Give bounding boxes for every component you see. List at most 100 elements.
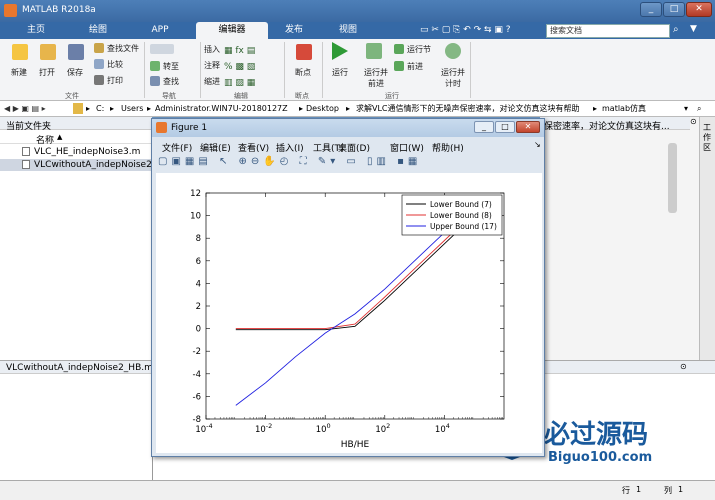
menu-desktop[interactable]: 桌面(D) xyxy=(338,141,370,154)
group-breakpoints-label: 断点 xyxy=(295,92,309,100)
figure-minimize-button[interactable]: _ xyxy=(474,121,494,133)
breakpoints-button[interactable]: 断点 xyxy=(295,67,311,78)
plot-area[interactable]: -8 -6 -4 -2 0 2 4 6 8 10 12 10-4 10-2 100 102 104 HB/HE… xyxy=(156,173,542,453)
maximize-button[interactable]: □ xyxy=(663,2,685,17)
legend-entry: Lower Bound (8) xyxy=(430,211,492,220)
divider xyxy=(322,42,323,98)
divider xyxy=(470,42,471,98)
tab-publish[interactable]: 发布 xyxy=(268,22,320,39)
run-and-time-button[interactable]: 运行并计时 xyxy=(440,67,466,89)
open-button[interactable]: 打开 xyxy=(39,67,55,78)
browse-icon[interactable]: ⌕ xyxy=(697,101,701,116)
figure-window[interactable]: Figure 1 _ □ ✕ 文件(F) 编辑(E) 查看(V) 插入(I) 工… xyxy=(151,118,545,457)
dock-arrow-icon[interactable]: ↘ xyxy=(534,140,541,149)
path-segment[interactable]: C: xyxy=(96,101,104,116)
menu-file[interactable]: 文件(F) xyxy=(162,141,192,154)
divider xyxy=(144,42,145,98)
compare-button[interactable]: 比较 xyxy=(107,59,123,70)
menu-window[interactable]: 窗口(W) xyxy=(390,141,424,154)
menu-help[interactable]: 帮助(H) xyxy=(432,141,464,154)
sort-ascending-icon[interactable]: ▲ xyxy=(57,133,62,141)
figure-close-button[interactable]: ✕ xyxy=(516,121,540,133)
y-tick-label: 10 xyxy=(190,212,201,222)
nav-arrows-icon[interactable]: ◀ ▶ ▣ ▤ ▸ xyxy=(4,101,46,116)
line-chart[interactable]: -8-6-4-202468101210-4 10-2 100 102 104 HB/HE… xyxy=(156,173,542,453)
column-header-name[interactable]: 名称 xyxy=(36,133,54,146)
file-name: VLC_HE_indepNoise3.m xyxy=(34,147,141,157)
insert-button[interactable]: 插入 xyxy=(204,44,220,55)
figure-maximize-button[interactable]: □ xyxy=(495,121,515,133)
panel-menu-icon[interactable]: ⊙ xyxy=(680,362,687,371)
panel-menu-icon[interactable]: ⊙ xyxy=(690,117,699,130)
tab-home[interactable]: 主页 xyxy=(10,22,62,39)
path-segment[interactable]: 求解VLC通信情形下的无噪声保密速率，对论文仿真这块有帮助 xyxy=(356,101,580,116)
col-value: 1 xyxy=(678,485,684,494)
tab-plots[interactable]: 绘图 xyxy=(72,22,124,39)
back-forward-icon[interactable] xyxy=(150,44,174,54)
advance-button[interactable]: 前进 xyxy=(407,61,423,72)
new-button[interactable]: 新建 xyxy=(11,67,27,78)
edit-tool-icons[interactable]: ▦ fx ▤% ▩ ▧ ▥ ▨ ▦ xyxy=(224,43,270,89)
list-item-selected[interactable]: VLCwithoutA_indepNoise2_HB.m xyxy=(0,159,181,171)
print-icon xyxy=(94,75,104,85)
minimize-button[interactable]: _ xyxy=(640,2,662,17)
y-tick-label: 4 xyxy=(196,279,201,289)
close-button[interactable]: ✕ xyxy=(686,2,712,17)
quick-access-icons[interactable]: ▭ ✂ ▢ ⎘ ↶ ↷ ⇆ ▣ ? xyxy=(420,25,540,37)
address-bar[interactable]: ◀ ▶ ▣ ▤ ▸ ▸ C: ▸ Users ▸ Administrator.W… xyxy=(0,101,715,117)
figure-toolbar-icons[interactable]: ▢▣▦▤ ↖ ⊕⊖✋◴ ⛶ ✎▾ ▭ ▯▥ ▪▦ xyxy=(158,156,421,167)
group-run-label: 运行 xyxy=(385,92,399,100)
path-segment[interactable]: Desktop xyxy=(306,101,339,116)
filter-icon[interactable]: ▼ xyxy=(690,24,702,38)
y-tick-label: -2 xyxy=(193,347,201,357)
path-segment[interactable]: Administrator.WIN7U-20180127Z xyxy=(155,101,288,116)
tab-view[interactable]: 视图 xyxy=(322,22,374,39)
title-bar: MATLAB R2018a _ □ ✕ xyxy=(0,0,715,22)
y-tick-label: 0 xyxy=(196,325,201,335)
figure-menu-bar: 文件(F) 编辑(E) 查看(V) 插入(I) 工具(T) 桌面(D) 窗口(W… xyxy=(156,139,542,154)
run-section-button[interactable]: 运行节 xyxy=(407,44,431,55)
search-icon[interactable]: ⌕ xyxy=(673,24,687,38)
menu-edit[interactable]: 编辑(E) xyxy=(200,141,231,154)
find-button[interactable]: 查找 xyxy=(163,76,179,87)
menu-insert[interactable]: 插入(I) xyxy=(276,141,304,154)
figure-title: Figure 1 xyxy=(171,123,208,133)
x-tick-label: 104 xyxy=(435,422,450,435)
group-file-label: 文件 xyxy=(65,92,79,100)
chevron-down-icon[interactable]: ▾ xyxy=(684,101,688,116)
path-segment[interactable]: matlab仿真 xyxy=(602,101,646,116)
search-documentation-input[interactable]: 搜索文档 xyxy=(546,24,670,38)
tab-apps[interactable]: APP xyxy=(134,22,186,39)
divider xyxy=(200,42,201,98)
run-section-icon xyxy=(394,44,404,54)
run-button[interactable]: 运行 xyxy=(332,67,348,78)
save-icon xyxy=(68,44,84,60)
menu-view[interactable]: 查看(V) xyxy=(238,141,269,154)
indent-button[interactable]: 缩进 xyxy=(204,76,220,87)
row-value: 1 xyxy=(636,485,642,494)
x-tick-label: 100 xyxy=(316,422,331,435)
scrollbar[interactable] xyxy=(668,143,677,213)
y-tick-label: 12 xyxy=(190,189,201,199)
command-window-header: ⊙ xyxy=(540,361,715,374)
path-segment[interactable]: Users xyxy=(121,101,143,116)
print-button[interactable]: 打印 xyxy=(107,75,123,86)
m-file-icon xyxy=(22,160,30,169)
figure-title-bar[interactable]: Figure 1 _ □ ✕ xyxy=(152,119,544,137)
divider xyxy=(284,42,285,98)
advance-icon xyxy=(394,61,404,71)
group-navigate-label: 导航 xyxy=(162,92,176,100)
y-tick-label: 6 xyxy=(196,257,201,267)
comment-button[interactable]: 注释 xyxy=(204,60,220,71)
col-label: 列 xyxy=(664,486,672,495)
run-and-advance-button[interactable]: 运行并前进 xyxy=(363,67,389,89)
list-item[interactable]: VLC_HE_indepNoise3.m xyxy=(0,146,152,158)
editor-ribbon: 新建 打开 保存 查找文件 比较 打印 文件 转至 查找 导航 插入 注释 缩进… xyxy=(0,39,715,101)
folder-icon xyxy=(73,103,83,114)
find-files-icon xyxy=(94,43,104,53)
workspace-side-tab[interactable]: 工作区 xyxy=(703,123,713,153)
goto-button[interactable]: 转至 xyxy=(163,61,179,72)
find-files-button[interactable]: 查找文件 xyxy=(107,43,139,54)
save-button[interactable]: 保存 xyxy=(67,67,83,78)
tab-editor[interactable]: 编辑器 xyxy=(196,22,268,39)
